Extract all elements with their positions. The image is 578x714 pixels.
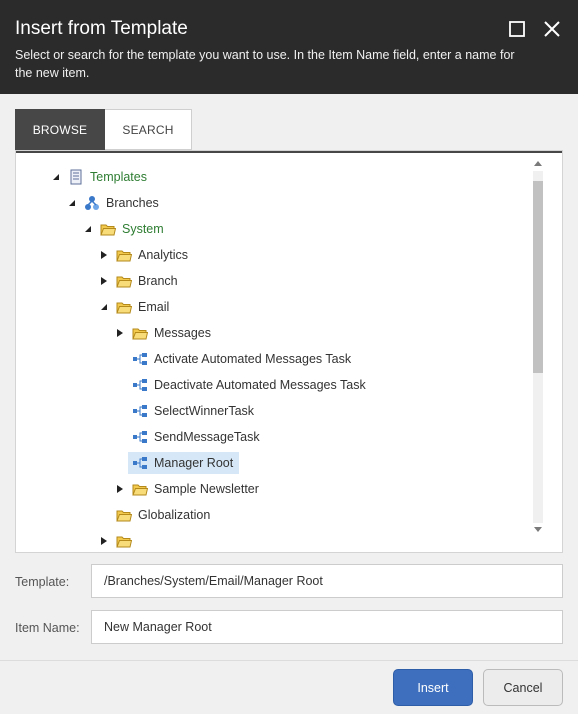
cancel-button[interactable]: Cancel <box>483 669 563 706</box>
branch-template-icon <box>132 403 148 419</box>
folder-icon <box>132 481 148 497</box>
scroll-thumb[interactable] <box>533 181 543 373</box>
tree-item-label: Deactivate Automated Messages Task <box>154 378 366 392</box>
tab-bar: BROWSE SEARCH <box>15 109 192 150</box>
template-tree: Templates Branches System Analytics Bran… <box>15 150 563 553</box>
collapsed-arrow-icon[interactable] <box>100 276 108 286</box>
collapsed-arrow-icon[interactable] <box>116 328 124 338</box>
tree-item-globalization[interactable]: Globalization <box>116 504 214 526</box>
tree-item-messages[interactable]: Messages <box>116 322 215 344</box>
tree-item-manager-root[interactable]: Manager Root <box>128 452 240 474</box>
item-name-input[interactable] <box>91 610 563 644</box>
folder-icon <box>100 221 116 237</box>
branch-template-icon <box>132 377 148 393</box>
maximize-button[interactable] <box>506 18 528 40</box>
tree-item-analytics[interactable]: Analytics <box>100 244 192 266</box>
tree-item-label: Globalization <box>138 508 211 522</box>
tree-item-label: Sample Newsletter <box>154 482 259 496</box>
tree-item-label: SelectWinnerTask <box>154 404 255 418</box>
dialog-description: Select or search for the template you wa… <box>15 48 515 80</box>
tree-item-deactivate-automated-messages-task[interactable]: Deactivate Automated Messages Task <box>132 374 370 396</box>
folder-icon <box>116 247 132 263</box>
tree-item-sample-newsletter[interactable]: Sample Newsletter <box>116 478 263 500</box>
close-button[interactable] <box>541 18 563 40</box>
folder-icon <box>116 507 132 523</box>
collapsed-arrow-icon[interactable] <box>100 536 108 546</box>
branches-icon <box>84 195 100 211</box>
branch-template-icon <box>132 455 148 471</box>
expanded-arrow-icon[interactable] <box>68 198 76 208</box>
tree-item-label: Templates <box>90 170 147 184</box>
tree-item-sendmessagetask[interactable]: SendMessageTask <box>132 426 264 448</box>
folder-icon <box>116 273 132 289</box>
tree-item-selectwinnertask[interactable]: SelectWinnerTask <box>132 400 258 422</box>
tree-item-label: SendMessageTask <box>154 430 260 444</box>
item-name-label: Item Name: <box>15 621 80 635</box>
tree-item-system[interactable]: System <box>84 218 168 240</box>
folder-icon <box>116 533 132 549</box>
expanded-arrow-icon[interactable] <box>84 224 92 234</box>
folder-icon <box>116 299 132 315</box>
tree-item-label: Email <box>138 300 170 314</box>
collapsed-arrow-icon[interactable] <box>116 484 124 494</box>
tab-search[interactable]: SEARCH <box>105 109 192 150</box>
tree-item-label: Messages <box>154 326 211 340</box>
template-label: Template: <box>15 575 70 589</box>
tree-scrollbar[interactable] <box>531 159 545 539</box>
scroll-up-arrow-icon[interactable] <box>534 161 542 166</box>
tree-item-branches[interactable]: Branches <box>68 192 163 214</box>
tree-item-label: Branch <box>138 274 178 288</box>
insert-button[interactable]: Insert <box>393 669 473 706</box>
template-path-input[interactable] <box>91 564 563 598</box>
tree-item-branch[interactable]: Branch <box>100 270 182 292</box>
tree-rows: Templates Branches System Analytics Bran… <box>16 151 530 551</box>
dialog-title: Insert from Template <box>15 18 188 39</box>
tree-item-label: Branches <box>106 196 159 210</box>
expanded-arrow-icon[interactable] <box>100 302 108 312</box>
expanded-arrow-icon[interactable] <box>52 172 60 182</box>
folder-icon <box>132 325 148 341</box>
templates-icon <box>68 169 84 185</box>
maximize-icon <box>509 21 525 37</box>
tree-item-label: Analytics <box>138 248 189 262</box>
tree-item-email[interactable]: Email <box>100 296 173 318</box>
close-icon <box>544 21 560 37</box>
collapsed-arrow-icon[interactable] <box>100 250 108 260</box>
tree-item-label: Manager Root <box>154 456 234 470</box>
dialog-footer: Insert Cancel <box>0 660 578 714</box>
branch-template-icon <box>132 351 148 367</box>
dialog-header: Insert from Template Select or search fo… <box>0 0 578 94</box>
dialog-body: BROWSE SEARCH Templates Branches System <box>0 94 578 660</box>
scroll-down-arrow-icon[interactable] <box>534 527 542 532</box>
branch-template-icon <box>132 429 148 445</box>
tree-item-label: Activate Automated Messages Task <box>154 352 352 366</box>
tree-item-label: System <box>122 222 164 236</box>
tab-browse[interactable]: BROWSE <box>15 109 105 150</box>
tree-item-activate-automated-messages-task[interactable]: Activate Automated Messages Task <box>132 348 355 370</box>
tree-item-partial[interactable] <box>100 530 142 551</box>
tree-item-templates[interactable]: Templates <box>52 166 151 188</box>
